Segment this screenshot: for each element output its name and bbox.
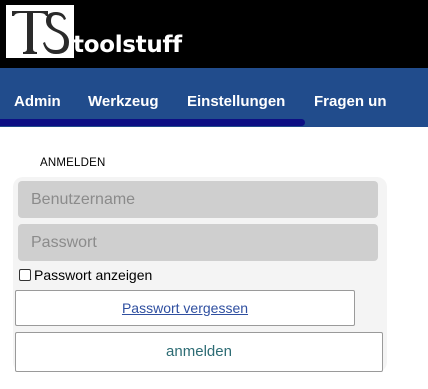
forgot-password-button[interactable]: Passwort vergessen [15, 290, 355, 326]
site-header: toolstuff [0, 0, 428, 68]
ts-logo-icon [12, 11, 69, 54]
password-field[interactable]: Passwort [18, 224, 378, 261]
login-title: ANMELDEN [40, 157, 106, 169]
nav-item-einstellungen[interactable]: Einstellungen [187, 94, 285, 109]
nav-item-fragen[interactable]: Fragen un [314, 94, 387, 109]
login-button[interactable]: anmelden [15, 332, 383, 372]
show-password-label[interactable]: Passwort anzeigen [34, 268, 152, 282]
nav-item-admin[interactable]: Admin [14, 94, 61, 109]
show-password-checkbox[interactable] [19, 269, 31, 281]
nav-item-werkzeug[interactable]: Werkzeug [88, 94, 159, 109]
username-field[interactable]: Benutzername [18, 181, 378, 218]
brand-name[interactable]: toolstuff [73, 34, 182, 57]
site-logo[interactable] [6, 5, 74, 58]
show-password-row[interactable]: Passwort anzeigen [19, 267, 152, 283]
nav-active-indicator [0, 119, 305, 126]
forgot-password-link[interactable]: Passwort vergessen [122, 300, 248, 316]
